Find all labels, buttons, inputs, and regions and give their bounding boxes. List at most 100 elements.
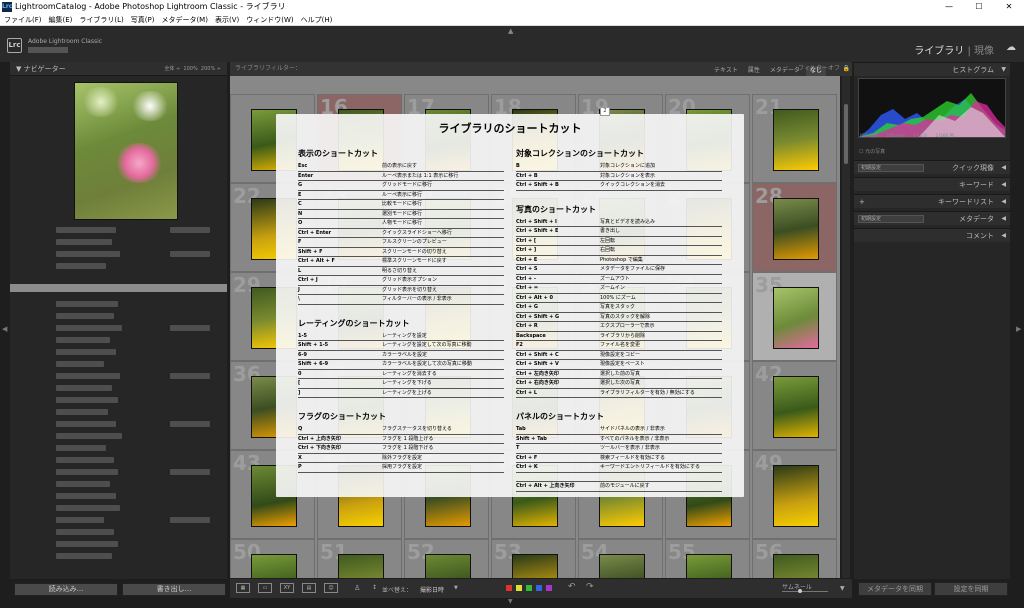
grid-cell[interactable]: 51 — [317, 539, 402, 578]
module-library[interactable]: ライブラリ — [914, 46, 964, 57]
shortcut-description: 書き出し — [600, 228, 621, 234]
maximize-button[interactable]: ☐ — [966, 0, 992, 14]
add-keyword-icon[interactable]: + — [859, 195, 865, 209]
toolbar-menu-chevron-icon[interactable]: ▼ — [840, 585, 845, 592]
filter-attribute-button[interactable]: 属性 — [744, 66, 764, 76]
module-develop[interactable]: 現像 — [974, 46, 994, 57]
grid-cell[interactable]: 49 — [752, 450, 837, 539]
grid-scrollbar-thumb[interactable] — [844, 104, 848, 164]
shortcut-key: Ctrl + Enter — [298, 229, 332, 236]
sync-settings-button[interactable]: 設定を同期 — [934, 582, 1008, 596]
minimize-button[interactable]: — — [936, 0, 962, 14]
color-label-1[interactable] — [516, 585, 522, 591]
shortcut-description: 選別モードに移行 — [382, 210, 423, 217]
survey-view-icon[interactable]: ▤ — [302, 583, 316, 593]
sync-metadata-button[interactable]: メタデータを同期 — [858, 582, 932, 596]
cloud-sync-icon[interactable]: ☁ — [1006, 42, 1016, 53]
grid-cell[interactable]: 28 — [752, 183, 837, 272]
navigator-preview[interactable] — [74, 82, 178, 220]
color-label-3[interactable] — [536, 585, 542, 591]
compare-view-icon[interactable]: XY — [280, 583, 294, 593]
grid-cell[interactable]: 54 — [578, 539, 663, 578]
right-panel-toggle-icon[interactable]: ▶ — [1016, 325, 1021, 333]
menu-edit[interactable]: 編集(E) — [49, 16, 73, 24]
zoom-100[interactable]: 100% — [183, 66, 197, 72]
quick-develop-header[interactable]: 初期設定 クイック現像 ◀ — [854, 160, 1010, 174]
grid-view-icon[interactable]: ▦ — [236, 583, 250, 593]
shortcut-row: Ctrl + Shift + C 現像設定をコピー — [516, 351, 722, 360]
shortcut-key: J — [298, 286, 300, 293]
menu-library[interactable]: ライブラリ(L) — [79, 16, 123, 24]
collapse-triangle-icon: ◀ — [1001, 164, 1006, 171]
grid-cell[interactable]: 21 — [752, 94, 837, 183]
collapse-triangle-icon: ◀ — [1001, 181, 1006, 188]
menu-window[interactable]: ウィンドウ(W) — [246, 16, 293, 24]
shortcut-description: 写真とビデオを読み込み — [600, 218, 656, 225]
menu-metadata[interactable]: メタデータ(M) — [161, 16, 208, 24]
chevron-down-icon[interactable]: ▼ — [454, 585, 458, 591]
top-panel-toggle-icon[interactable]: ▲ — [508, 27, 513, 35]
close-button[interactable]: ✕ — [996, 0, 1022, 14]
shortcut-key: 1-5 — [298, 332, 308, 339]
grid-cell[interactable]: 53 — [491, 539, 576, 578]
metadata-preset-select[interactable]: 初期設定 — [858, 215, 924, 223]
shortcut-row: Ctrl + Alt + 0 100% にズーム — [516, 294, 722, 303]
metadata-header[interactable]: 初期設定 メタデータ ◀ — [854, 211, 1010, 225]
keyword-list-header[interactable]: + キーワードリスト ◀ — [854, 194, 1010, 208]
shortcut-description: 採用フラグを設定 — [382, 464, 423, 470]
navigator-header[interactable]: ▼ ナビゲーター 全体 ÷ 100% 200% ÷ — [10, 62, 227, 76]
shortcut-row: Ctrl + Enter クイックスライドショーへ移行 — [298, 229, 504, 238]
histogram-exif: ISO 200 105 mm f / 5.0 1/160 秒 — [860, 134, 955, 139]
grid-cell[interactable]: 35 — [752, 272, 837, 361]
menu-help[interactable]: ヘルプ(H) — [301, 16, 333, 24]
menu-photo[interactable]: 写真(P) — [131, 16, 155, 24]
shortcut-row: Ctrl + K キーワードエントリフィールドを有効にする — [516, 463, 722, 473]
shortcut-row: Ctrl + L ライブラリフィルターを有効 / 無効にする — [516, 389, 722, 398]
shortcut-overlay[interactable]: ライブラリのショートカット 表示のショートカット Esc 前の表示に戻す Enter ル… — [276, 114, 744, 497]
collapse-triangle-icon: ◀ — [1001, 232, 1006, 239]
menu-view[interactable]: 表示(V) — [215, 16, 239, 24]
shortcut-description: ライブラリフィルターを有効 / 無効にする — [600, 389, 695, 396]
loupe-view-icon[interactable]: ▭ — [258, 583, 272, 593]
shortcut-key: Backspace — [516, 332, 546, 339]
shortcut-row: Ctrl + Shift + I 写真とビデオを読み込み — [516, 218, 722, 227]
grid-cell[interactable]: 56 — [752, 539, 837, 578]
color-label-0[interactable] — [506, 585, 512, 591]
thumbnail-size-slider[interactable] — [782, 591, 828, 592]
import-button[interactable]: 読み込み... — [14, 583, 118, 596]
filter-text-button[interactable]: テキスト — [710, 66, 742, 76]
histogram[interactable] — [858, 78, 1006, 138]
color-label-4[interactable] — [546, 585, 552, 591]
shortcut-key: Ctrl + Shift + E — [516, 228, 559, 234]
color-label-2[interactable] — [526, 585, 532, 591]
sort-dropdown[interactable]: 撮影日時 — [420, 585, 444, 594]
zoom-200[interactable]: 200% — [201, 66, 215, 72]
grid-cell[interactable]: 55 — [665, 539, 750, 578]
keywords-header[interactable]: キーワード ◀ — [854, 177, 1010, 191]
spray-can-icon[interactable]: ♙ — [354, 584, 360, 592]
rotate-right-icon[interactable]: ↷ — [586, 582, 594, 592]
export-button[interactable]: 書き出し... — [122, 583, 226, 596]
filmstrip-toggle-icon[interactable]: ▼ — [508, 598, 513, 605]
left-panel-toggle-icon[interactable]: ◀ — [2, 325, 7, 333]
thumbnail-size-slider-knob[interactable] — [798, 589, 802, 593]
shortcut-description: 選択した次の写真 — [600, 380, 641, 386]
grid-scrollbar[interactable] — [842, 76, 850, 578]
menu-file[interactable]: ファイル(F) — [4, 16, 42, 24]
rotate-left-icon[interactable]: ↶ — [568, 582, 576, 592]
grid-cell[interactable]: 50 — [230, 539, 315, 578]
original-photo-checkbox[interactable]: ☐ 元の写真 — [859, 148, 885, 155]
comments-header[interactable]: コメント ◀ — [854, 228, 1010, 242]
quick-develop-preset-select[interactable]: 初期設定 — [858, 164, 924, 172]
shortcut-description: 写真をスタック — [600, 304, 636, 310]
shortcut-row: X 除外フラグを設定 — [298, 454, 504, 463]
grid-cell[interactable]: 52 — [404, 539, 489, 578]
grid-cell[interactable]: 42 — [752, 361, 837, 450]
shortcut-description: レーティングを下げる — [382, 380, 432, 386]
sort-direction-icon[interactable]: ↕ — [372, 584, 377, 591]
zoom-fit[interactable]: 全体 — [164, 66, 174, 72]
people-view-icon[interactable]: ☺ — [324, 583, 338, 593]
histogram-header[interactable]: ヒストグラム ▼ — [854, 62, 1010, 76]
filter-off-dropdown[interactable]: フィルターオフ — [798, 62, 840, 76]
lock-icon[interactable]: 🔒 — [843, 62, 850, 76]
